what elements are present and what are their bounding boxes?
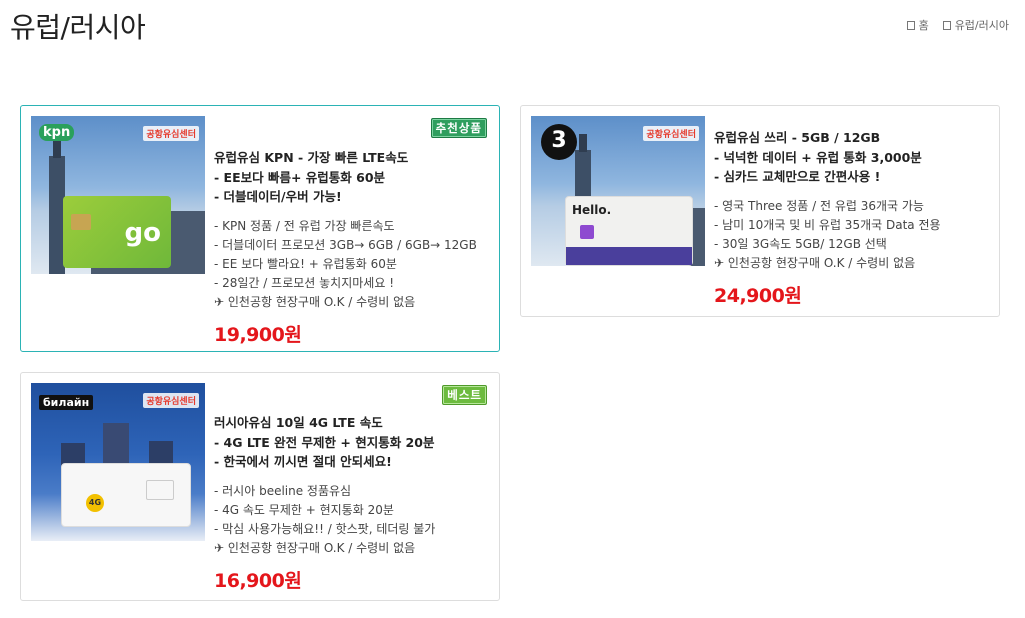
folder-icon — [942, 20, 951, 30]
kpn-logo: kpn — [39, 124, 75, 141]
feature-item: ✈ 인천공항 현장구매 O.K / 수령비 없음 — [214, 540, 416, 555]
breadcrumb-current[interactable]: 유럽/러시아 — [942, 17, 1009, 33]
product-price: 19,900원 — [214, 323, 302, 346]
product-card-kpn[interactable]: kpn 공항유심센터 go 추천상품 유럽유심 KPN - 가장 빠른 LTE속… — [20, 105, 500, 352]
feature-item: - 영국 Three 정품 / 전 유럽 36개국 가능 — [714, 198, 924, 213]
product-card-beeline[interactable]: билайн 공항유심센터 4G 베스트 러시아유심 10일 4G LTE 속도… — [20, 372, 500, 601]
feature-item: ✈ 인천공항 현장구매 O.K / 수령비 없음 — [214, 294, 416, 309]
sim-card-image: go — [63, 196, 171, 268]
product-headline[interactable]: 유럽유심 쓰리 - 5GB / 12GB - 넉넉한 데이터 + 유럽 통화 3… — [714, 128, 941, 187]
page-title: 유럽/러시아 — [10, 11, 146, 44]
breadcrumb: 홈 유럽/러시아 — [906, 17, 1009, 33]
feature-item: - 30일 3G속도 5GB/ 12GB 선택 — [714, 236, 887, 251]
feature-item: - 28일간 / 프로모션 놓치지마세요 ! — [214, 275, 395, 290]
three-logo: 3 — [541, 124, 577, 160]
airport-sim-center-logo: 공항유심센터 — [143, 393, 199, 408]
sim-card-image: 4G — [61, 463, 191, 527]
product-card-three[interactable]: 3 공항유심센터 Hello. 유럽유심 쓰리 - 5GB / 12GB - 넉… — [520, 105, 1000, 317]
product-price: 16,900원 — [214, 569, 302, 592]
best-badge: 베스트 — [442, 385, 487, 405]
product-headline[interactable]: 러시아유심 10일 4G LTE 속도 - 4G LTE 완전 무제한 + 현지… — [214, 413, 435, 472]
feature-item: ✈ 인천공항 현장구매 O.K / 수령비 없음 — [714, 255, 916, 270]
product-features: - 러시아 beeline 정품유심 - 4G 속도 무제한 + 현지통화 20… — [214, 482, 435, 558]
recommend-badge: 추천상품 — [430, 118, 487, 138]
feature-item: - EE 보다 빨라요! + 유럽통화 60분 — [214, 256, 397, 271]
product-features: - KPN 정품 / 전 유럽 가장 빠른속도 - 더블데이터 프로모션 3GB… — [214, 217, 477, 312]
breadcrumb-home[interactable]: 홈 — [906, 17, 929, 33]
product-price: 24,900원 — [714, 284, 802, 307]
breadcrumb-home-label[interactable]: 홈 — [919, 17, 929, 33]
airport-sim-center-logo: 공항유심센터 — [143, 126, 199, 141]
feature-item: - KPN 정품 / 전 유럽 가장 빠른속도 — [214, 218, 395, 233]
feature-item: - 4G 속도 무제한 + 현지통화 20분 — [214, 502, 394, 517]
feature-item: - 더블데이터 프로모션 3GB→ 6GB / 6GB→ 12GB — [214, 237, 477, 252]
feature-item: - 막심 사용가능해요!! / 핫스팟, 테더링 불가 — [214, 521, 436, 536]
product-image-beeline[interactable]: билайн 공항유심센터 4G — [31, 383, 205, 541]
airport-sim-center-logo: 공항유심센터 — [643, 126, 699, 141]
product-features: - 영국 Three 정품 / 전 유럽 36개국 가능 - 남미 10개국 및… — [714, 197, 941, 273]
feature-item: - 러시아 beeline 정품유심 — [214, 483, 352, 498]
sim-card-image: Hello. — [565, 196, 693, 266]
product-image-kpn[interactable]: kpn 공항유심센터 go — [31, 116, 205, 274]
beeline-logo: билайн — [39, 395, 94, 410]
breadcrumb-current-label[interactable]: 유럽/러시아 — [955, 17, 1009, 33]
product-image-three[interactable]: 3 공항유심센터 Hello. — [531, 116, 705, 266]
product-headline[interactable]: 유럽유심 KPN - 가장 빠른 LTE속도 - EE보다 빠름+ 유럽통화 6… — [214, 148, 477, 207]
home-icon — [906, 20, 915, 30]
feature-item: - 남미 10개국 및 비 유럽 35개국 Data 전용 — [714, 217, 941, 232]
